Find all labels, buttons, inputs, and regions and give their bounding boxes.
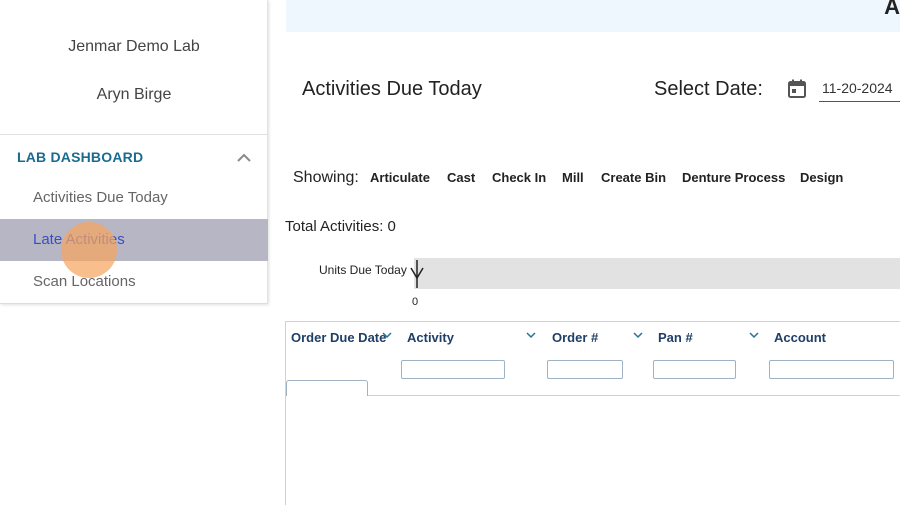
activity-filter-input[interactable] [401,360,505,379]
chevron-down-icon[interactable] [526,332,536,339]
chevron-up-icon[interactable] [236,153,252,163]
lab-dashboard-section-toggle[interactable]: LAB DASHBOARD [0,139,268,175]
page-title: Activities Due Today [302,78,482,100]
filter-cast[interactable]: Cast [447,170,475,185]
section-title: LAB DASHBOARD [17,149,144,165]
sidebar-item-label: Late Activities [33,231,125,248]
select-date-label: Select Date: [654,78,763,100]
axis-marker-icon [410,260,424,288]
date-value: 11-20-2024 [822,80,893,96]
banner-title: A [884,0,900,19]
calendar-icon[interactable] [787,79,807,99]
sidebar-item-label: Scan Locations [33,273,136,290]
filter-articulate[interactable]: Articulate [370,170,430,185]
sidebar-item-label: Activities Due Today [33,189,168,206]
sidebar-divider [0,134,268,135]
order-number-filter-input[interactable] [547,360,623,379]
total-activities: Total Activities: 0 [285,218,396,235]
filter-mill[interactable]: Mill [562,170,584,185]
table-header-divider [286,395,900,396]
order-due-date-filter[interactable] [286,380,368,396]
top-banner: A [286,0,900,32]
filter-check-in[interactable]: Check In [492,170,546,185]
showing-label: Showing: [293,169,359,186]
pan-number-filter-input[interactable] [653,360,736,379]
sidebar-item-scan-locations[interactable]: Scan Locations [0,261,268,303]
units-due-bar-track [414,258,900,289]
user-name[interactable]: Aryn Birge [0,86,268,104]
chevron-down-icon[interactable] [749,332,759,339]
activities-table [285,321,900,505]
column-header-activity[interactable]: Activity [407,330,454,345]
date-input[interactable]: 11-20-2024 [819,74,900,102]
filter-create-bin[interactable]: Create Bin [601,170,666,185]
axis-tick-label: 0 [412,296,419,308]
filter-denture-process[interactable]: Denture Process [682,170,785,185]
column-header-order-due-date[interactable]: Order Due Date [291,330,386,345]
sidebar-item-activities-due-today[interactable]: Activities Due Today [0,177,268,219]
column-header-account[interactable]: Account [774,330,826,345]
chevron-down-icon[interactable] [633,332,643,339]
account-filter-input[interactable] [769,360,894,379]
units-due-label: Units Due Today [319,263,407,277]
filter-design[interactable]: Design [800,170,843,185]
org-name: Jenmar Demo Lab [68,38,200,55]
column-header-order-number[interactable]: Order # [552,330,598,345]
sidebar-item-late-activities[interactable]: Late Activities [0,219,268,261]
sidebar: Jenmar Demo Lab Aryn Birge LAB DASHBOARD… [0,0,268,304]
column-header-pan-number[interactable]: Pan # [658,330,693,345]
chevron-down-icon[interactable] [382,332,392,339]
